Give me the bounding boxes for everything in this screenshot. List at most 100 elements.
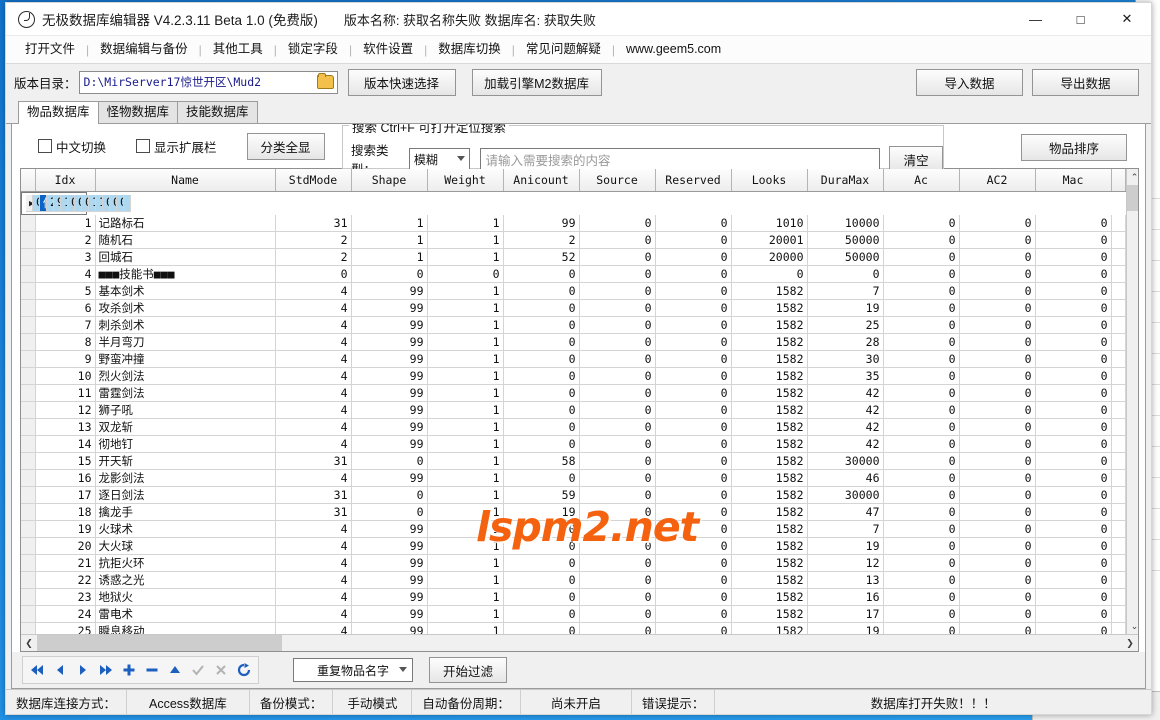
cell-weight[interactable]: 1 [61, 195, 68, 212]
cell-weight[interactable]: 1 [427, 215, 503, 232]
cell-reserved[interactable]: 0 [655, 232, 731, 249]
cell-shape[interactable]: 99 [351, 402, 427, 419]
prev-record-icon[interactable] [50, 660, 70, 680]
row-marker[interactable] [21, 453, 35, 470]
cell-idx[interactable]: 7 [35, 317, 95, 334]
cell-anicount[interactable]: 0 [503, 538, 579, 555]
cell-ac2[interactable]: 0 [959, 317, 1035, 334]
cell-weight[interactable]: 1 [427, 470, 503, 487]
vertical-scroll-thumb[interactable] [1127, 185, 1139, 211]
cell-looks[interactable]: 1582 [731, 368, 807, 385]
cell-reserved[interactable]: 0 [655, 623, 731, 635]
header-weight[interactable]: Weight [427, 169, 503, 192]
edit-record-icon[interactable] [165, 660, 185, 680]
cell-name[interactable]: 擒龙手 [95, 504, 275, 521]
cell-shape[interactable]: 99 [351, 589, 427, 606]
cell-ac2[interactable]: 0 [959, 521, 1035, 538]
cell-looks[interactable]: 1582 [731, 317, 807, 334]
cell-anicount[interactable]: 0 [503, 555, 579, 572]
cell-duramax[interactable]: 13 [807, 572, 883, 589]
menu-data-edit-backup[interactable]: 数据编辑与备份 [91, 36, 197, 63]
table-row[interactable]: 9野蛮冲撞4991000158230000 [21, 351, 1125, 368]
cell-shape[interactable]: 99 [351, 436, 427, 453]
cell-looks[interactable]: 1582 [731, 402, 807, 419]
show-extended-checkbox[interactable]: 显示扩展栏 [136, 137, 217, 156]
table-row[interactable]: 12狮子吼4991000158242000 [21, 402, 1125, 419]
cell-duramax[interactable]: 42 [807, 419, 883, 436]
cell-idx[interactable]: 11 [35, 385, 95, 402]
first-record-icon[interactable] [27, 660, 47, 680]
cell-mac[interactable]: 0 [1035, 317, 1111, 334]
cell-mac[interactable]: 0 [1035, 589, 1111, 606]
cell-ac[interactable]: 0 [883, 402, 959, 419]
cell-mac[interactable]: 0 [1035, 385, 1111, 402]
refresh-record-icon[interactable] [234, 660, 254, 680]
cell-source[interactable]: 0 [579, 215, 655, 232]
cell-ac[interactable]: 0 [883, 555, 959, 572]
cell-anicount[interactable]: 58 [503, 453, 579, 470]
cell-duramax[interactable]: 19 [807, 623, 883, 635]
scroll-down-button[interactable]: ⌄ [1127, 618, 1139, 634]
row-marker[interactable] [21, 300, 35, 317]
cell-source[interactable]: 0 [579, 538, 655, 555]
cell-weight[interactable]: 1 [427, 504, 503, 521]
cell-mac[interactable]: 0 [1035, 521, 1111, 538]
cell-stdmode[interactable]: 4 [275, 334, 351, 351]
cell-shape[interactable]: 99 [351, 538, 427, 555]
table-row[interactable]: 18擒龙手31011900158247000 [21, 504, 1125, 521]
cell-looks[interactable]: 1582 [731, 283, 807, 300]
table-row[interactable]: 25瞬息移动4991000158219000 [21, 623, 1125, 635]
cell-ac2[interactable]: 0 [959, 266, 1035, 283]
cell-name[interactable]: 地狱火 [95, 589, 275, 606]
cell-anicount[interactable]: 0 [503, 623, 579, 635]
cell-looks[interactable]: 1582 [731, 351, 807, 368]
cell-looks[interactable]: 1582 [731, 300, 807, 317]
cell-ac[interactable]: 0 [883, 606, 959, 623]
row-marker[interactable] [21, 249, 35, 266]
folder-icon[interactable] [317, 75, 334, 89]
sort-items-button[interactable]: 物品排序 [1021, 134, 1127, 161]
cell-anicount[interactable]: 0 [503, 300, 579, 317]
cell-stdmode[interactable]: 4 [275, 283, 351, 300]
cell-mac[interactable]: 0 [1035, 249, 1111, 266]
cell-reserved[interactable]: 0 [655, 487, 731, 504]
cell-ac2[interactable]: 0 [959, 249, 1035, 266]
cell-ac2[interactable]: 0 [959, 470, 1035, 487]
row-marker[interactable] [21, 606, 35, 623]
cell-reserved[interactable]: 0 [655, 334, 731, 351]
cell-looks[interactable]: 1582 [731, 419, 807, 436]
search-type-select[interactable]: 模糊 [409, 148, 471, 171]
cell-duramax[interactable]: 30000 [807, 487, 883, 504]
cell-anicount[interactable]: 0 [503, 368, 579, 385]
load-engine-m2-button[interactable]: 加载引擎M2数据库 [472, 69, 602, 96]
scroll-right-button[interactable]: ❯ [1122, 635, 1138, 651]
row-marker[interactable] [21, 419, 35, 436]
cell-idx[interactable]: 18 [35, 504, 95, 521]
cell-looks[interactable]: 0 [731, 266, 807, 283]
cell-shape[interactable]: 99 [351, 334, 427, 351]
menu-database-switch[interactable]: 数据库切换 [429, 36, 510, 63]
cell-shape[interactable]: 99 [351, 419, 427, 436]
table-row[interactable]: 1记路标石31119900101010000000 [21, 215, 1125, 232]
cell-anicount[interactable]: 0 [503, 521, 579, 538]
table-row[interactable]: 21抗拒火环4991000158212000 [21, 555, 1125, 572]
cell-mac[interactable]: 0 [1035, 538, 1111, 555]
table-row[interactable]: 15开天斩31015800158230000000 [21, 453, 1125, 470]
cell-ac[interactable]: 0 [883, 300, 959, 317]
cell-mac[interactable]: 0 [1035, 555, 1111, 572]
table-row[interactable]: 16龙影剑法4991000158246000 [21, 470, 1125, 487]
cell-mac[interactable]: 0 [1035, 504, 1111, 521]
cell-duramax[interactable]: 47 [807, 504, 883, 521]
cell-idx[interactable]: 14 [35, 436, 95, 453]
cell-reserved[interactable]: 0 [655, 215, 731, 232]
cell-anicount[interactable]: 0 [503, 419, 579, 436]
cell-duramax[interactable]: 42 [807, 436, 883, 453]
header-name[interactable]: Name [95, 169, 275, 192]
delete-record-icon[interactable] [142, 660, 162, 680]
menu-website-link[interactable]: www.geem5.com [617, 36, 730, 63]
cell-duramax[interactable]: 25 [807, 317, 883, 334]
header-ac[interactable]: Ac [883, 169, 959, 192]
cell-source[interactable]: 0 [579, 572, 655, 589]
cell-mac[interactable]: 0 [1035, 453, 1111, 470]
horizontal-scroll-thumb[interactable] [37, 635, 282, 651]
